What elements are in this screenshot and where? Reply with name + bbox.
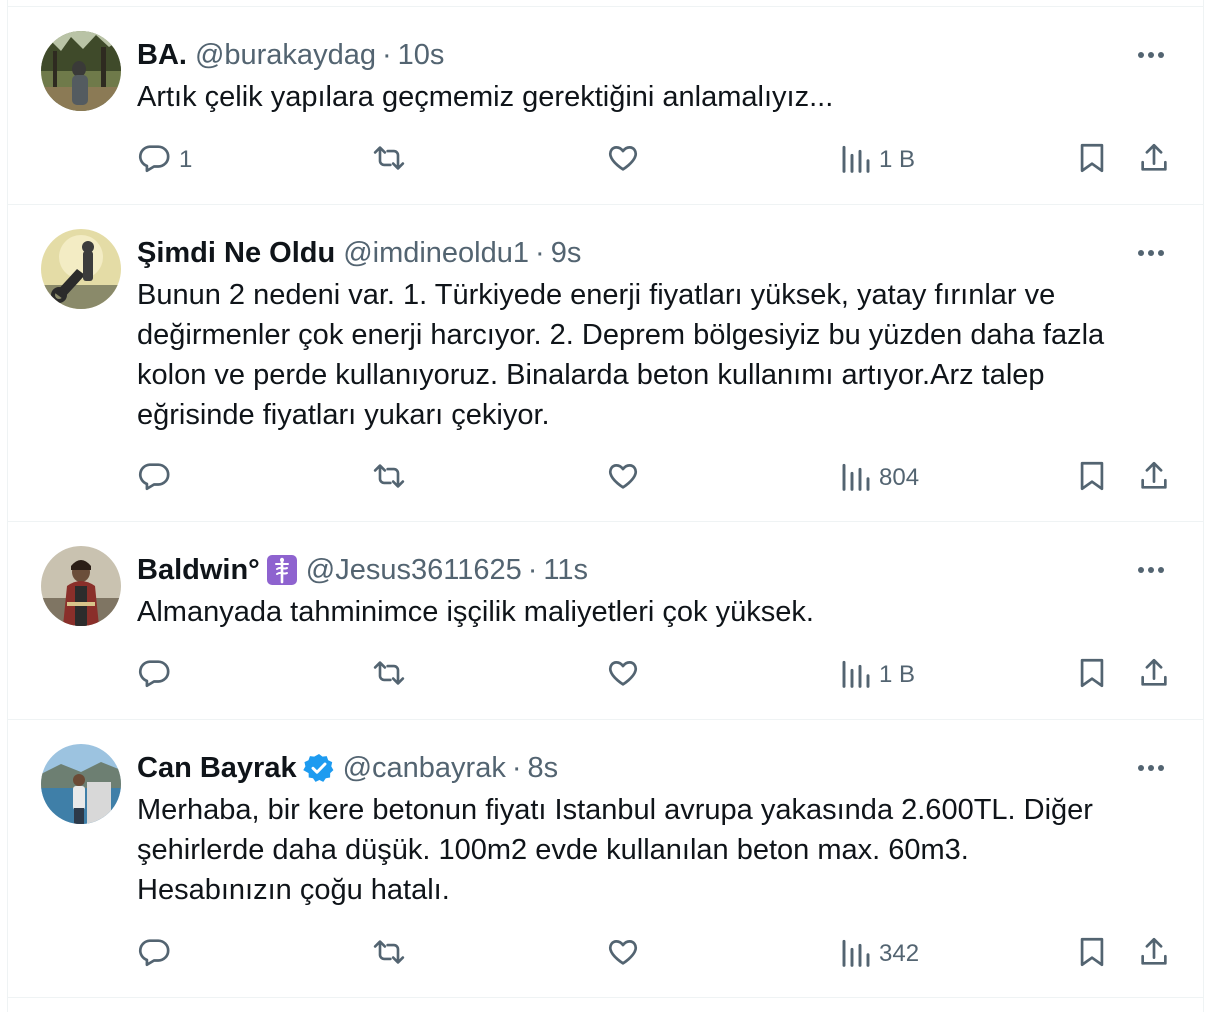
analytics-bars-icon <box>841 142 871 179</box>
share-button[interactable] <box>1137 458 1171 498</box>
separator-dot: · <box>511 752 522 784</box>
action-bar: 804 <box>8 458 1203 498</box>
heart-icon <box>606 935 640 974</box>
retweet-icon <box>371 459 407 498</box>
analytics-bars-icon <box>841 657 871 694</box>
tweet-header: BA. @burakaydag · 10s <box>137 35 444 75</box>
bookmark-icon <box>1077 141 1107 180</box>
views-button[interactable]: 342 <box>841 934 919 974</box>
avatar[interactable] <box>41 229 121 309</box>
share-button[interactable] <box>1137 140 1171 180</box>
reply-icon <box>137 459 171 498</box>
tweet-reply[interactable]: Baldwin° @Jesus3611625 · 11s Almanyada t… <box>8 522 1203 720</box>
reply-icon <box>137 656 171 695</box>
views-count: 1 B <box>879 146 916 173</box>
more-options-icon[interactable] <box>1135 756 1167 780</box>
retweet-button[interactable] <box>371 140 407 180</box>
share-button[interactable] <box>1137 655 1171 695</box>
avatar[interactable] <box>41 546 121 626</box>
tweet-reply[interactable]: BA. @burakaydag · 10s Artık çelik yapıla… <box>8 7 1203 205</box>
bookmark-icon <box>1077 935 1107 974</box>
tweet-text: Merhaba, bir kere betonun fiyatı Istanbu… <box>137 794 1093 906</box>
views-count: 342 <box>879 940 920 967</box>
author-name[interactable]: Can Bayrak <box>137 748 297 788</box>
views-button[interactable]: 1 B <box>841 655 915 695</box>
tweet-timestamp[interactable]: 9s <box>551 233 582 273</box>
reply-icon <box>137 935 171 974</box>
more-options-icon[interactable] <box>1135 43 1167 67</box>
views-button[interactable]: 1 B <box>841 140 915 180</box>
tweet-timestamp[interactable]: 11s <box>543 550 588 590</box>
author-handle[interactable]: @burakaydag <box>195 35 376 75</box>
reply-count: 1 <box>179 146 193 173</box>
tweet-header: Can Bayrak @canbayrak · 8s <box>137 748 558 788</box>
views-count: 1 B <box>879 661 916 688</box>
action-bar: 342 <box>8 934 1203 974</box>
analytics-bars-icon <box>841 936 871 973</box>
avatar[interactable] <box>41 31 121 111</box>
bookmark-button[interactable] <box>1077 458 1107 498</box>
tweet-text: Bunun 2 nedeni var. 1. Türkiyede enerji … <box>137 279 1105 431</box>
like-button[interactable] <box>606 140 640 180</box>
like-button[interactable] <box>606 934 640 974</box>
retweet-icon <box>371 935 407 974</box>
share-upload-icon <box>1137 459 1171 498</box>
retweet-icon <box>371 141 407 180</box>
medical-symbol-emoji-icon <box>266 554 298 586</box>
bookmark-icon <box>1077 656 1107 695</box>
separator-dot: · <box>381 39 392 71</box>
bookmark-button[interactable] <box>1077 655 1107 695</box>
tweet-reply[interactable]: Şimdi Ne Oldu @imdineoldu1 · 9s Bunun 2 … <box>8 205 1203 522</box>
bookmark-button[interactable] <box>1077 140 1107 180</box>
more-options-icon[interactable] <box>1135 558 1167 582</box>
verified-badge-icon <box>302 752 335 784</box>
author-name[interactable]: Baldwin° <box>137 550 260 590</box>
separator-dot: · <box>527 554 538 586</box>
retweet-button[interactable] <box>371 934 407 974</box>
like-button[interactable] <box>606 458 640 498</box>
reply-button[interactable] <box>137 655 179 695</box>
share-upload-icon <box>1137 141 1171 180</box>
author-name[interactable]: BA. <box>137 35 187 75</box>
author-handle[interactable]: @imdineoldu1 <box>343 233 529 273</box>
heart-icon <box>606 459 640 498</box>
analytics-bars-icon <box>841 460 871 497</box>
like-button[interactable] <box>606 655 640 695</box>
separator-dot: · <box>535 237 545 269</box>
tweet-text: Almanyada tahminimce işçilik maliyetleri… <box>137 596 814 628</box>
bookmark-button[interactable] <box>1077 934 1107 974</box>
heart-icon <box>606 656 640 695</box>
action-bar: 1 1 B <box>8 140 1203 180</box>
bookmark-icon <box>1077 459 1107 498</box>
tweet-reply[interactable]: Can Bayrak @canbayrak · 8s Merhaba, bir … <box>8 720 1203 998</box>
reply-button[interactable]: 1 <box>137 140 192 180</box>
share-upload-icon <box>1137 656 1171 695</box>
reply-button[interactable] <box>137 458 179 498</box>
tweet-timestamp[interactable]: 10s <box>398 35 445 75</box>
retweet-button[interactable] <box>371 655 407 695</box>
reply-feed: BA. @burakaydag · 10s Artık çelik yapıla… <box>7 0 1204 1012</box>
tweet-header: Baldwin° @Jesus3611625 · 11s <box>137 550 588 590</box>
share-button[interactable] <box>1137 934 1171 974</box>
tweet-text: Artık çelik yapılara geçmemiz gerektiğin… <box>137 81 834 113</box>
share-upload-icon <box>1137 935 1171 974</box>
more-options-icon[interactable] <box>1135 241 1167 265</box>
reply-icon <box>137 141 171 180</box>
views-count: 804 <box>879 464 920 491</box>
tweet-timestamp[interactable]: 8s <box>528 748 559 788</box>
views-button[interactable]: 804 <box>841 458 919 498</box>
retweet-icon <box>371 656 407 695</box>
tweet-header: Şimdi Ne Oldu @imdineoldu1 · 9s <box>137 233 581 273</box>
heart-icon <box>606 141 640 180</box>
author-name[interactable]: Şimdi Ne Oldu <box>137 233 335 273</box>
avatar[interactable] <box>41 744 121 824</box>
retweet-button[interactable] <box>371 458 407 498</box>
reply-button[interactable] <box>137 934 179 974</box>
action-bar: 1 B <box>8 655 1203 695</box>
author-handle[interactable]: @canbayrak <box>343 748 506 788</box>
author-handle[interactable]: @Jesus3611625 <box>306 550 522 590</box>
